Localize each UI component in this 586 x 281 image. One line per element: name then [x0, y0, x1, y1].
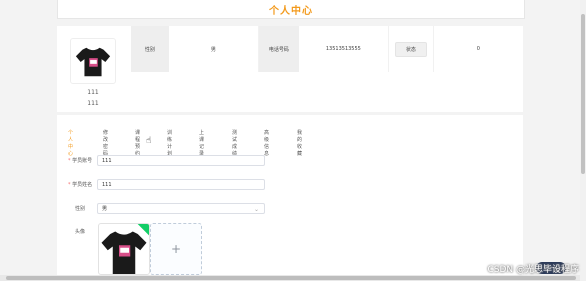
tshirt-image-icon: [75, 47, 111, 77]
chevron-down-icon: ⌄: [253, 205, 259, 213]
tab-course-booking[interactable]: 课程预约: [135, 129, 140, 157]
profile-name: 111: [87, 89, 99, 96]
horizontal-scrollbar[interactable]: [0, 275, 580, 281]
phone-label: 电话号码: [259, 26, 299, 72]
mouse-cursor-icon: ☝: [146, 136, 152, 146]
student-no-input[interactable]: 111: [97, 154, 265, 166]
profile-avatar: [70, 38, 116, 84]
tab-personal-center[interactable]: 个人中心: [68, 129, 73, 157]
tab-advanced-info[interactable]: 高级信息: [264, 129, 269, 157]
gender-value: 男: [168, 26, 260, 72]
avatar-field-label: 头像: [75, 229, 86, 235]
avatar-upload-thumbnail[interactable]: [98, 223, 150, 275]
main-card: 个人中心 修改密码 课程预约 训练计划 上课记录 测试成绩 高级信息 我的收藏 …: [57, 115, 523, 281]
profile-card: 111 111 性别 男 电话号码 13513513555 状态 0: [57, 26, 523, 112]
student-no-row: * 学员账号 111: [57, 154, 357, 166]
tab-change-password[interactable]: 修改密码: [103, 129, 108, 157]
horizontal-scroll-thumb[interactable]: [6, 276, 576, 280]
gender-select-value: 男: [102, 205, 108, 212]
gender-field-label: 性别: [75, 205, 86, 212]
profile-username: 111: [87, 100, 99, 107]
tab-training-plan[interactable]: 训练计划: [167, 129, 172, 157]
vertical-scroll-thumb[interactable]: [581, 14, 585, 174]
status-label: 状态: [394, 41, 427, 57]
status-value: 0: [433, 26, 523, 72]
gender-select[interactable]: 男 ⌄: [97, 202, 265, 214]
status-label-cell: 状态: [389, 26, 434, 72]
tab-class-records[interactable]: 上课记录: [199, 129, 204, 157]
profile-info-table: 性别 男 电话号码 13513513555 状态 0: [131, 26, 523, 72]
vertical-scrollbar[interactable]: [580, 0, 586, 281]
phone-value: 13513513555: [298, 26, 390, 72]
student-name-row: * 学员姓名 111: [57, 178, 357, 190]
student-no-label: * 学员账号: [68, 157, 93, 164]
tab-my-favorites[interactable]: 我的收藏: [297, 129, 302, 157]
avatar-upload-button[interactable]: +: [150, 223, 202, 275]
page-title: 个人中心: [269, 5, 313, 17]
gender-label: 性别: [131, 26, 169, 72]
plus-icon: +: [170, 242, 182, 256]
gender-row: 性别 男 ⌄: [57, 202, 357, 214]
tab-test-scores[interactable]: 测试成绩: [232, 129, 237, 157]
student-name-input[interactable]: 111: [97, 178, 265, 190]
watermark: CSDN @光思毕设程序: [487, 265, 579, 275]
page-header: 个人中心: [57, 0, 525, 19]
tshirt-image-icon: [101, 231, 147, 274]
student-name-label: * 学员姓名: [68, 181, 93, 188]
